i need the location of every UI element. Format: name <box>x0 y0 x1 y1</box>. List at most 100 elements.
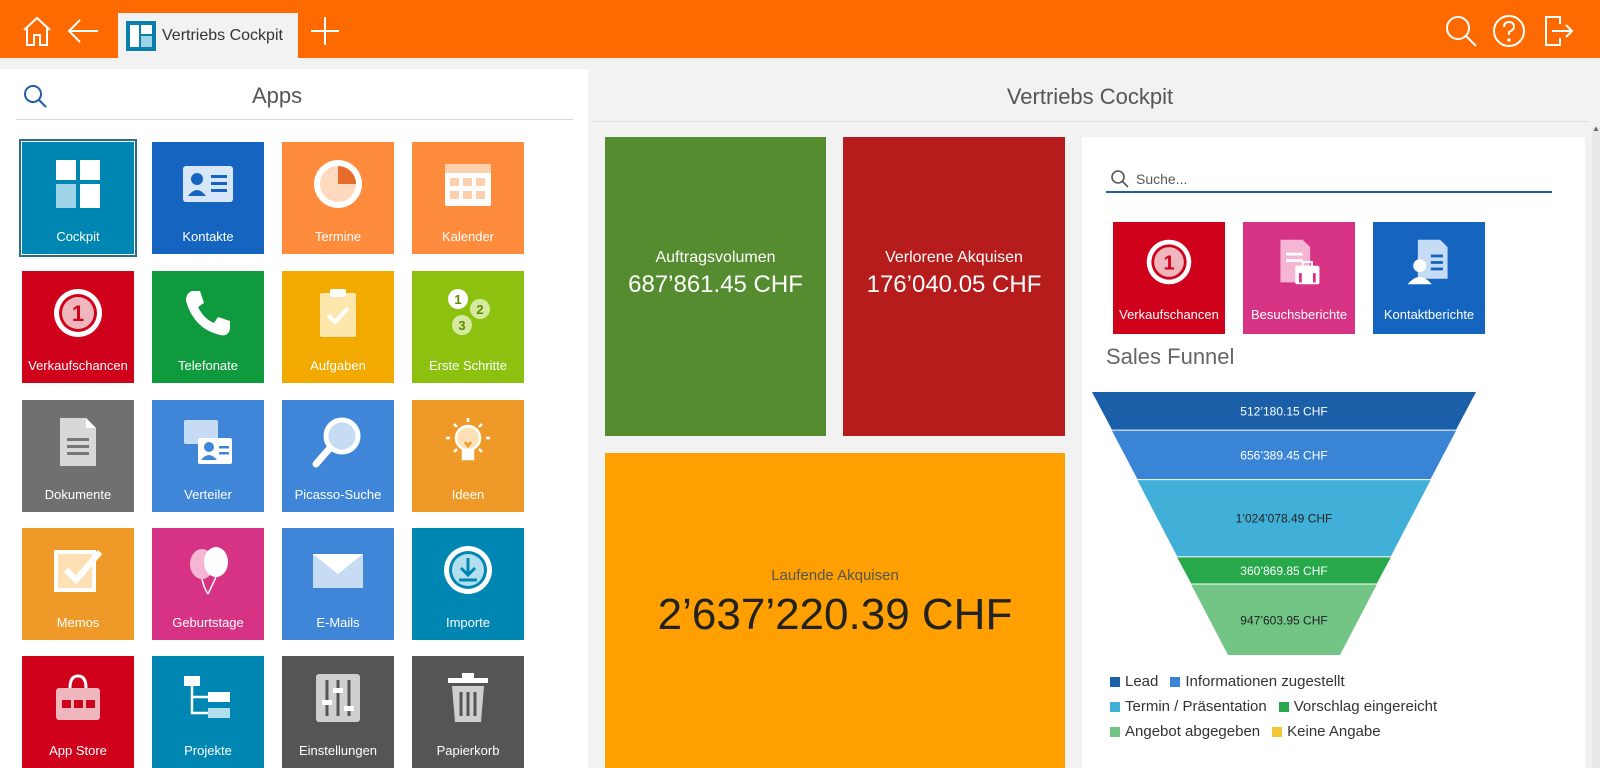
divider <box>16 119 573 120</box>
app-tile-memos[interactable]: Memos <box>22 528 134 640</box>
legend-item[interactable]: Informationen zugestellt <box>1170 673 1345 690</box>
back-arrow-icon[interactable] <box>66 14 100 48</box>
app-tile-label: Picasso-Suche <box>294 487 382 502</box>
app-tile-dokumente[interactable]: Dokumente <box>22 400 134 512</box>
app-tile-app-store[interactable]: App Store <box>22 656 134 768</box>
kpi-label: Auftragsvolumen <box>655 249 776 266</box>
app-tile-label: Verkaufschancen <box>28 358 128 373</box>
quick-tile-label: Verkaufschancen <box>1119 307 1219 322</box>
cockpit-icon <box>126 20 156 51</box>
funnel-data-label: 360’869.85 CHF <box>1240 564 1327 578</box>
legend-item[interactable]: Keine Angabe <box>1272 723 1381 740</box>
tab-vertriebs-cockpit[interactable]: Vertriebs Cockpit <box>118 13 298 58</box>
magnifier-icon <box>310 414 366 470</box>
logout-icon[interactable] <box>1540 14 1574 48</box>
funnel-legend: Lead Informationen zugestellt Termin / Prä… <box>1110 669 1570 744</box>
app-tile-termine[interactable]: Termine <box>282 142 394 254</box>
app-tile-picasso-suche[interactable]: Picasso-Suche <box>282 400 394 512</box>
opportunity-icon: 1 <box>1143 236 1195 288</box>
kpi-auftragsvolumen[interactable]: Auftragsvolumen 687’861.45 CHF <box>605 137 826 436</box>
kpi-value: 176’040.05 CHF <box>866 271 1042 298</box>
legend-label: Keine Angabe <box>1287 723 1381 740</box>
app-tile-erste-schritte[interactable]: 123 Erste Schritte <box>412 271 524 383</box>
legend-label: Lead <box>1125 673 1159 690</box>
app-tile-aufgaben[interactable]: Aufgaben <box>282 271 394 383</box>
app-tile-label: Erste Schritte <box>428 358 508 373</box>
page-title: Vertriebs Cockpit <box>1006 84 1174 109</box>
scrollbar[interactable]: ▲ <box>1592 124 1600 768</box>
phone-icon <box>180 285 236 341</box>
opportunity-icon: 1 <box>50 285 106 341</box>
kpi-value: 687’861.45 CHF <box>628 271 803 298</box>
distribution-list-icon <box>180 414 236 470</box>
kpi-value: 2’637’220.39 CHF <box>657 590 1013 639</box>
app-tile-ideen[interactable]: Ideen <box>412 400 524 512</box>
funnel-title: Sales Funnel <box>1106 344 1235 369</box>
cockpit-icon <box>50 156 106 212</box>
app-tile-label: Kalender <box>441 229 495 244</box>
balloons-icon <box>180 542 236 598</box>
trash-icon <box>440 670 496 726</box>
help-icon[interactable] <box>1492 14 1526 48</box>
search-icon[interactable] <box>1444 14 1478 48</box>
tab-label: Vertriebs Cockpit <box>162 26 283 44</box>
legend-swatch <box>1278 701 1289 712</box>
funnel-data-label: 1’024’078.49 CHF <box>1236 512 1333 526</box>
sidebar-panel: 1 Verkaufschancen Besuchsberichte Kontak… <box>1082 137 1585 768</box>
quick-tile-verkaufschancen[interactable]: 1 Verkaufschancen <box>1113 222 1225 334</box>
svg-text:1: 1 <box>454 292 461 307</box>
legend-label: Vorschlag eingereicht <box>1293 698 1438 715</box>
app-tile-label: Ideen <box>451 487 485 502</box>
add-tab-icon[interactable] <box>308 14 342 48</box>
svg-text:1: 1 <box>72 301 84 326</box>
app-tile-papierkorb[interactable]: Papierkorb <box>412 656 524 768</box>
legend-label: Termin / Präsentation <box>1125 698 1267 715</box>
app-tile-cockpit[interactable]: Cockpit <box>19 139 137 257</box>
search-input[interactable] <box>1136 167 1546 191</box>
scroll-up-icon[interactable]: ▲ <box>1592 124 1600 133</box>
app-tile-kontakte[interactable]: Kontakte <box>152 142 264 254</box>
top-bar: Vertriebs Cockpit <box>0 0 1600 58</box>
apps-title: Apps <box>252 83 303 108</box>
kpi-laufende-akquisen[interactable]: Laufende Akquisen 2’637’220.39 CHF <box>605 453 1065 768</box>
funnel-data-label: 947’603.95 CHF <box>1240 613 1327 627</box>
legend-item[interactable]: Angebot abgegeben <box>1110 723 1260 740</box>
quick-tile-kontaktberichte[interactable]: Kontaktberichte <box>1373 222 1485 334</box>
app-tile-telefonate[interactable]: Telefonate <box>152 271 264 383</box>
app-tile-geburtstage[interactable]: Geburtstage <box>152 528 264 640</box>
app-tile-label: Importe <box>445 615 491 630</box>
funnel-data-label: 512’180.15 CHF <box>1240 404 1327 418</box>
home-icon[interactable] <box>20 14 54 48</box>
legend-item[interactable]: Termin / Präsentation <box>1110 698 1267 715</box>
app-tile-e-mails[interactable]: E-Mails <box>282 528 394 640</box>
legend-swatch <box>1272 726 1283 737</box>
app-tile-verkaufschancen[interactable]: 1 Verkaufschancen <box>22 271 134 383</box>
legend-row: Lead Informationen zugestellt <box>1110 669 1570 694</box>
quick-tile-besuchsberichte[interactable]: Besuchsberichte <box>1243 222 1355 334</box>
legend-item[interactable]: Lead <box>1110 673 1158 690</box>
legend-row: Termin / Präsentation Vorschlag eingereic… <box>1110 694 1570 719</box>
document-icon <box>50 414 106 470</box>
legend-swatch <box>1110 726 1120 737</box>
app-tile-verteiler[interactable]: Verteiler <box>152 400 264 512</box>
search-icon <box>1110 169 1130 189</box>
contact-card-icon <box>180 156 236 212</box>
legend-item[interactable]: Vorschlag eingereicht <box>1278 698 1438 715</box>
calendar-icon <box>440 156 496 212</box>
kpi-verlorene-akquisen[interactable]: Verlorene Akquisen 176’040.05 CHF <box>843 137 1065 436</box>
app-tile-projekte[interactable]: Projekte <box>152 656 264 768</box>
search-field <box>1106 167 1552 193</box>
app-tile-importe[interactable]: Importe <box>412 528 524 640</box>
app-tile-einstellungen[interactable]: Einstellungen <box>282 656 394 768</box>
legend-swatch <box>1170 676 1181 687</box>
app-tile-label: Geburtstage <box>172 615 244 630</box>
legend-label: Informationen zugestellt <box>1185 673 1345 690</box>
app-tile-label: Cockpit <box>56 229 100 244</box>
apps-search-icon[interactable] <box>22 83 48 109</box>
app-tile-label: Einstellungen <box>298 743 378 758</box>
sales-funnel-chart: 512’180.15 CHF 656’389.45 CHF 1’024’078.49… <box>1092 392 1476 655</box>
legend-label: Angebot abgegeben <box>1125 723 1261 740</box>
app-tile-kalender[interactable]: Kalender <box>412 142 524 254</box>
app-tile-label: Kontakte <box>182 229 234 244</box>
quick-tile-label: Besuchsberichte <box>1250 307 1348 322</box>
